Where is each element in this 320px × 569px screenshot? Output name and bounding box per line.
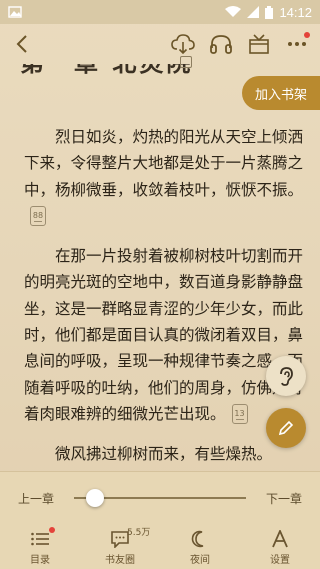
paragraph-text: 微风拂过柳树而来，有些燥热。: [55, 445, 273, 464]
paragraph-comment-badge[interactable]: 88: [30, 206, 46, 227]
paragraph-text: 烈日如炎，灼热的阳光从天空上倾洒下来，令得整片大地都是处于一片蒸腾之中，杨柳微垂…: [24, 128, 304, 199]
chevron-left-icon: [16, 35, 27, 53]
catalog-icon: [29, 529, 51, 549]
cloud-download-button[interactable]: [168, 29, 198, 59]
add-to-shelf-button[interactable]: 加入书架: [242, 76, 320, 110]
nav-settings[interactable]: 设置: [245, 529, 315, 566]
catalog-notification-dot: [49, 526, 55, 533]
nav-label: 目录: [30, 554, 50, 566]
slider-thumb[interactable]: [86, 489, 104, 507]
status-bar: 14:12: [0, 0, 320, 24]
wifi-icon: [225, 6, 242, 17]
bottom-panel: 上一章 下一章 目录 5.5万 书友圈 夜间 设置: [0, 471, 320, 569]
top-toolbar: [0, 24, 320, 64]
write-comment-button[interactable]: [266, 408, 306, 448]
battery-icon: [265, 5, 274, 19]
nav-label: 夜间: [190, 554, 210, 566]
paragraph-text: 在那一片投射着被柳树枝叶切割而开的明亮光斑的空地中，数百道身影静静盘坐，这是一群…: [24, 247, 304, 423]
status-time: 14:12: [279, 4, 312, 20]
listen-button[interactable]: [206, 29, 236, 59]
moon-icon: [189, 529, 211, 549]
ear-icon: [280, 367, 293, 386]
signal-icon: [247, 6, 260, 18]
prev-chapter-button[interactable]: 上一章: [18, 490, 62, 507]
paragraph: 在那一片投射着被柳树枝叶切割而开的明亮光斑的空地中，数百道身影静静盘坐，这是一群…: [24, 243, 304, 427]
pencil-icon: [278, 420, 294, 436]
cloud-download-icon: [171, 34, 195, 54]
crown-tv-icon: [249, 34, 269, 54]
chapter-progress-row: 上一章 下一章: [0, 472, 320, 524]
paragraph: 微风拂过柳树而来，有些燥热。: [24, 441, 304, 467]
nav-label: 书友圈: [105, 554, 135, 566]
back-button[interactable]: [8, 30, 36, 58]
nav-night-mode[interactable]: 夜间: [165, 529, 235, 566]
comment-count: 13: [234, 408, 245, 418]
paragraph-comment-badge[interactable]: 13: [231, 404, 248, 425]
chapter-progress-slider[interactable]: [74, 485, 246, 511]
nav-catalog[interactable]: 目录: [5, 526, 75, 566]
nav-book-friends[interactable]: 5.5万 书友圈: [85, 528, 155, 566]
paragraph: 烈日如炎，灼热的阳光从天空上倾洒下来，令得整片大地都是处于一片蒸腾之中，杨柳微垂…: [24, 124, 304, 229]
font-icon: [269, 529, 291, 549]
more-button[interactable]: [282, 29, 312, 59]
listen-float-button[interactable]: [266, 356, 306, 396]
image-notification-icon: [8, 6, 22, 18]
more-notification-dot: [304, 32, 310, 38]
headphones-icon: [210, 35, 232, 54]
nav-label: 设置: [270, 554, 290, 566]
chapter-content: 烈日如炎，灼热的阳光从天空上倾洒下来，令得整片大地都是处于一片蒸腾之中，杨柳微垂…: [24, 124, 304, 482]
comment-count: 88: [32, 210, 44, 220]
book-friends-count: 5.5万: [127, 527, 151, 538]
next-chapter-button[interactable]: 下一章: [258, 490, 302, 507]
bottom-nav: 目录 5.5万 书友圈 夜间 设置: [0, 524, 320, 569]
more-dots-icon: [288, 42, 306, 46]
reward-button[interactable]: [244, 29, 274, 59]
